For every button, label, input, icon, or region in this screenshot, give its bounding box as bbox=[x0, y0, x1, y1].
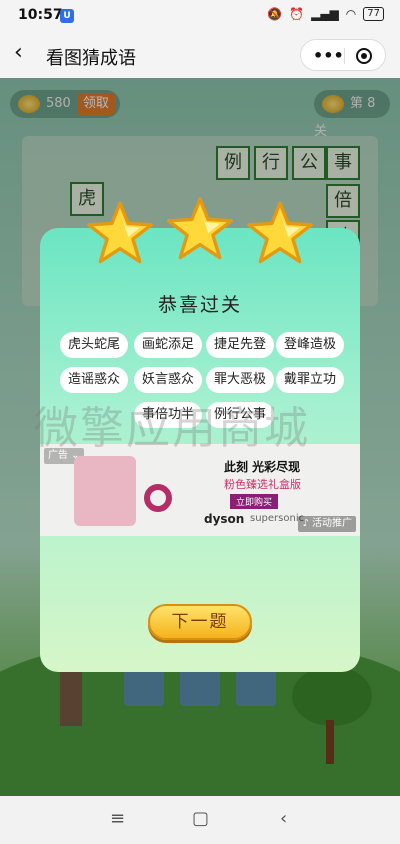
star-icon bbox=[87, 201, 153, 264]
capsule-divider bbox=[344, 48, 345, 64]
back-arrow-icon[interactable]: ‹ bbox=[14, 40, 23, 65]
app-badge-icon: U bbox=[60, 9, 74, 23]
status-icons: 🔕 ⏰ ▂▄▆ ◠ 77 bbox=[267, 7, 384, 21]
ad-headline: 此刻 光彩尽现 bbox=[224, 460, 301, 474]
close-miniapp-icon[interactable] bbox=[356, 48, 372, 64]
signal-icon: ▂▄▆ bbox=[311, 7, 339, 21]
star-icon bbox=[167, 197, 233, 260]
idiom-chip[interactable]: 造谣惑众 bbox=[60, 367, 128, 393]
home-icon[interactable]: ▢ bbox=[192, 808, 209, 829]
idiom-chip[interactable]: 妖言惑众 bbox=[134, 367, 202, 393]
idiom-chip[interactable]: 登峰造极 bbox=[276, 332, 344, 358]
idiom-chip[interactable]: 捷足先登 bbox=[206, 332, 274, 358]
alarm-icon: ⏰ bbox=[289, 7, 305, 21]
ad-brand-sub: supersonic bbox=[250, 513, 305, 524]
watermark: 微擎应用商城 bbox=[34, 403, 310, 454]
more-menu-button[interactable]: ••• bbox=[313, 46, 344, 65]
ad-subline: 粉色臻选礼盒版 bbox=[224, 478, 301, 491]
battery-icon: 77 bbox=[363, 7, 384, 21]
ad-product-box-image bbox=[74, 456, 136, 526]
title-bar: ‹ 看图猜成语 ••• bbox=[0, 32, 400, 78]
modal-title: 恭喜过关 bbox=[157, 294, 242, 316]
idiom-chip[interactable]: 画蛇添足 bbox=[134, 332, 202, 358]
back-icon[interactable]: ‹ bbox=[280, 808, 287, 829]
star-icon bbox=[247, 201, 313, 264]
status-time: 10:57 bbox=[18, 7, 63, 23]
ad-brand: dyson bbox=[204, 512, 245, 526]
ad-promo-badge: ♪ 活动推广 bbox=[298, 516, 356, 532]
idiom-chip[interactable]: 罪大恶极 bbox=[206, 367, 274, 393]
system-nav-bar: ≡ ▢ ‹ bbox=[0, 796, 400, 844]
wifi-icon: ◠ bbox=[345, 7, 357, 21]
idiom-chip[interactable]: 戴罪立功 bbox=[276, 367, 344, 393]
status-bar: 10:57 U 🔕 ⏰ ▂▄▆ ◠ 77 bbox=[0, 0, 400, 32]
next-question-button[interactable]: 下一题 bbox=[148, 604, 252, 640]
page-title: 看图猜成语 bbox=[46, 48, 136, 69]
menu-icon[interactable]: ≡ bbox=[110, 808, 125, 829]
miniapp-capsule: ••• bbox=[300, 39, 386, 71]
ad-buy-button[interactable]: 立即购买 bbox=[230, 494, 279, 509]
idiom-chip[interactable]: 虎头蛇尾 bbox=[60, 332, 128, 358]
ad-banner[interactable]: 广告 ⌄ 此刻 光彩尽现 粉色臻选礼盒版 立即购买 dyson superson… bbox=[40, 444, 360, 536]
ad-hair-dryer-image bbox=[144, 484, 172, 512]
mute-icon: 🔕 bbox=[267, 7, 283, 21]
